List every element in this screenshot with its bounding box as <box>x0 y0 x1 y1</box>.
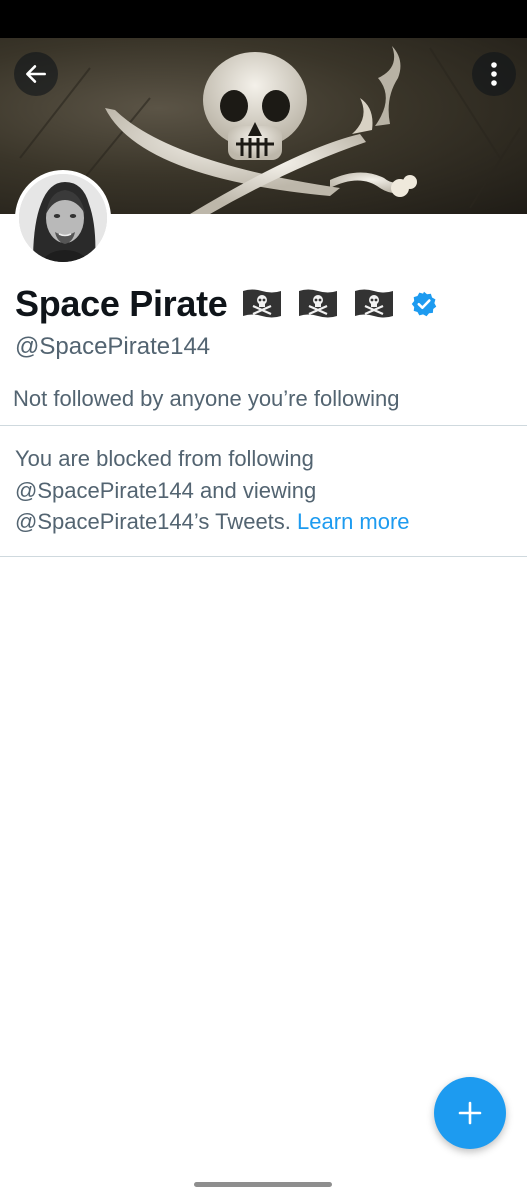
blocked-notice: You are blocked from following @SpacePir… <box>15 443 515 538</box>
verified-badge-icon[interactable] <box>410 290 438 318</box>
blocked-notice-line-1: You are blocked from following <box>15 446 314 471</box>
avatar-photo <box>19 174 107 262</box>
divider <box>0 556 527 557</box>
more-options-button[interactable] <box>472 52 516 96</box>
divider <box>0 425 527 426</box>
pirate-flag-icon <box>298 289 337 318</box>
more-vertical-icon <box>491 62 497 86</box>
pirate-flag-icon <box>242 289 281 318</box>
blocked-notice-line-3: @SpacePirate144’s Tweets. <box>15 509 291 534</box>
learn-more-link[interactable]: Learn more <box>297 509 410 534</box>
compose-tweet-button[interactable] <box>434 1077 506 1149</box>
plus-icon <box>458 1101 482 1125</box>
profile-handle: @SpacePirate144 <box>15 333 211 360</box>
pirate-flag-icon <box>354 289 393 318</box>
profile-avatar[interactable] <box>15 170 111 266</box>
display-name-row: Space Pirate <box>15 281 515 327</box>
display-name: Space Pirate <box>15 283 228 324</box>
status-bar <box>0 0 527 38</box>
back-button[interactable] <box>14 52 58 96</box>
profile-screen: Space Pirate @SpacePirate144 Not followe… <box>0 0 527 1200</box>
followers-you-know-note[interactable]: Not followed by anyone you’re following <box>13 386 399 412</box>
blocked-notice-line-2: @SpacePirate144 and viewing <box>15 477 317 503</box>
home-indicator[interactable] <box>194 1182 332 1187</box>
arrow-left-icon <box>26 65 46 83</box>
